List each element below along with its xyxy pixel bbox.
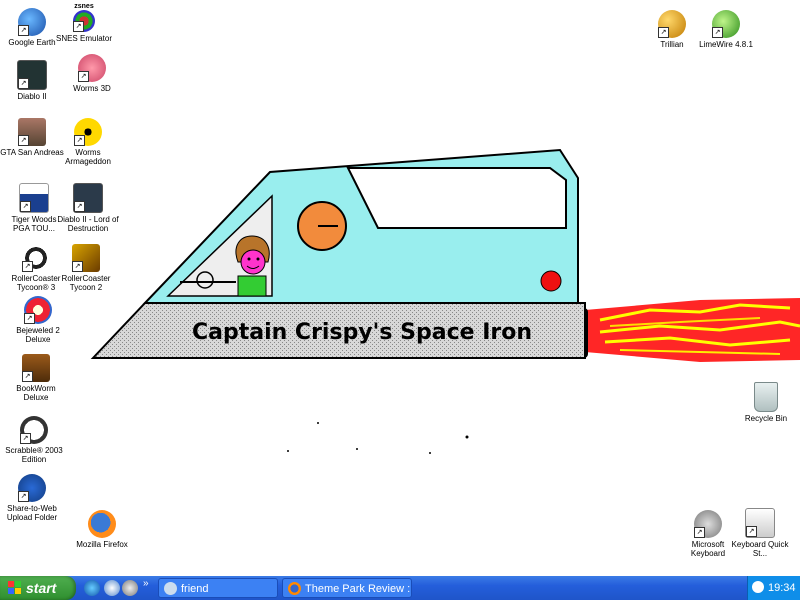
pga-icon: ↗ [19, 183, 49, 213]
desktop-icon-bejeweled[interactable]: ↗ Bejeweled 2 Deluxe [6, 296, 70, 344]
limewire-icon: ↗ [712, 10, 740, 38]
radiation-icon: ↗ [74, 118, 102, 146]
desktop-icon-share-web[interactable]: ↗ Share-to-Web Upload Folder [0, 474, 64, 522]
iron-window [346, 167, 567, 229]
tray-icon[interactable] [752, 581, 764, 593]
firefox-icon [288, 582, 301, 595]
task-theme-park-review[interactable]: Theme Park Review :... [282, 578, 412, 598]
ie-quicklaunch-icon[interactable] [84, 580, 100, 596]
clock[interactable]: 19:34 [768, 582, 796, 594]
desktop-icon-gta[interactable]: ↗ GTA San Andreas [0, 118, 64, 157]
desktop-icon-recycle-bin[interactable]: Recycle Bin [734, 382, 798, 423]
desktop-icon-diablo-lod[interactable]: ↗ Diablo II - Lord of Destruction [56, 183, 120, 233]
system-tray: 19:34 [747, 576, 800, 600]
help-keyboard-icon: ↗ [745, 508, 775, 538]
recycle-bin-icon [754, 382, 778, 412]
gta-icon: ↗ [18, 118, 46, 146]
trillian-icon: ↗ [658, 10, 686, 38]
desktop-icon-snes[interactable]: zsnes ↗ SNES Emulator [52, 3, 116, 43]
windows-flag-icon [8, 578, 22, 594]
desktop-icon-worms-armageddon[interactable]: ↗ Worms Armageddon [56, 118, 120, 166]
media-quicklaunch-icon[interactable] [122, 580, 138, 596]
desktop-icon-keyboard-quick[interactable]: ↗ Keyboard Quick St... [728, 508, 792, 558]
iron-light [540, 270, 562, 292]
book-icon: ↗ [22, 354, 50, 382]
firefox-icon [88, 510, 116, 538]
messenger-quicklaunch-icon[interactable] [104, 580, 120, 596]
desktop-icon-limewire[interactable]: ↗ LimeWire 4.8.1 [694, 10, 758, 49]
controller-icon: ↗ [73, 10, 95, 32]
desktop: Captain Crispy's Space Iron ↗ Google Ear… [0, 0, 800, 576]
desktop-icon-firefox[interactable]: Mozilla Firefox [70, 510, 134, 549]
diablo-lod-icon: ↗ [73, 183, 103, 213]
scrabble-icon: ↗ [20, 416, 48, 444]
worm-icon: ↗ [78, 54, 106, 82]
rocket-flames [585, 298, 800, 362]
desktop-icon-bookworm[interactable]: ↗ BookWorm Deluxe [4, 354, 68, 402]
desktop-icon-diablo2[interactable]: ↗ Diablo II [0, 60, 64, 101]
taskbar: start » friend Theme Park Review :... 19… [0, 576, 800, 600]
globe-icon: ↗ [18, 8, 46, 36]
start-label: start [26, 580, 57, 596]
start-button[interactable]: start [0, 576, 76, 600]
desktop-icon-rct2[interactable]: ↗ RollerCoaster Tycoon 2 [54, 244, 118, 292]
desktop-icon-scrabble[interactable]: ↗ Scrabble® 2003 Edition [2, 416, 66, 464]
hp-icon: ↗ [18, 474, 46, 502]
window-icon [164, 582, 177, 595]
quicklaunch-chevron[interactable]: » [143, 578, 149, 589]
diablo-icon: ↗ [17, 60, 47, 90]
desktop-icon-worms3d[interactable]: ↗ Worms 3D [60, 54, 124, 93]
task-friend[interactable]: friend [158, 578, 278, 598]
wallpaper-title: Captain Crispy's Space Iron [192, 320, 532, 345]
keyboard-icon: ↗ [694, 510, 722, 538]
panda-icon: ↗ [22, 244, 50, 272]
rct2-icon: ↗ [72, 244, 100, 272]
gem-icon: ↗ [24, 296, 52, 324]
